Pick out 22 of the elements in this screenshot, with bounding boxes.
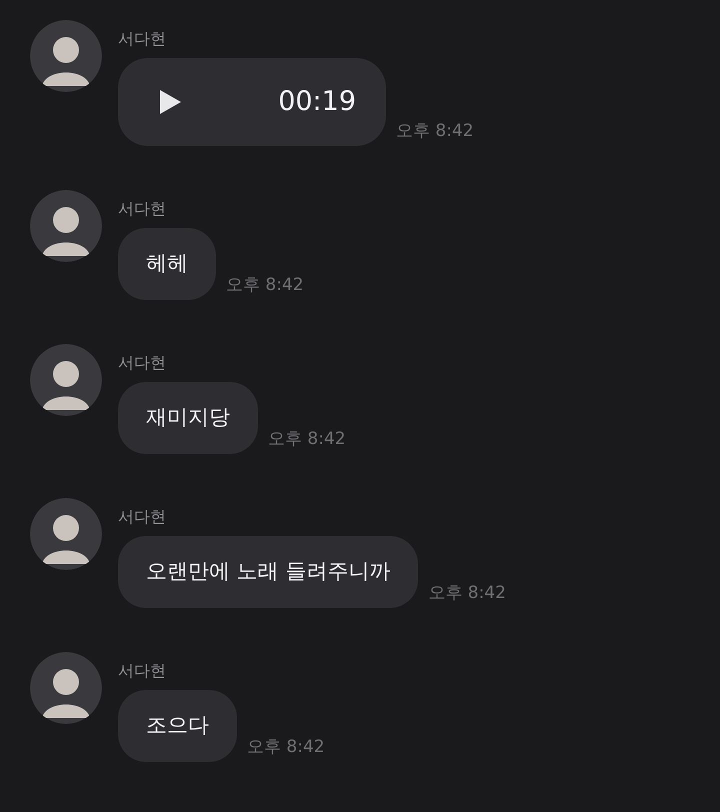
sender-name: 서다현 — [118, 198, 167, 220]
sender-name: 서다현 — [118, 28, 167, 50]
play-icon[interactable] — [158, 89, 182, 115]
message-time: 오후 8:42 — [428, 582, 506, 604]
sender-name: 서다현 — [118, 660, 167, 682]
message-time: 오후 8:42 — [226, 274, 304, 296]
avatar-icon — [30, 190, 102, 262]
message-time: 오후 8:42 — [247, 736, 325, 758]
voice-message-bubble[interactable]: 00:19 — [118, 58, 386, 146]
message-bubble: 조으다 — [118, 690, 237, 762]
sender-name: 서다현 — [118, 352, 167, 374]
message-bubble: 오랜만에 노래 들려주니까 — [118, 536, 418, 608]
message-bubble: 재미지당 — [118, 382, 258, 454]
sender-name: 서다현 — [118, 506, 167, 528]
avatar-icon — [30, 652, 102, 724]
avatar-icon — [30, 20, 102, 92]
voice-duration: 00:19 — [278, 84, 356, 119]
message-time: 오후 8:42 — [396, 120, 474, 142]
avatar-icon — [30, 498, 102, 570]
message-bubble: 헤헤 — [118, 228, 216, 300]
message-time: 오후 8:42 — [268, 428, 346, 450]
avatar-icon — [30, 344, 102, 416]
